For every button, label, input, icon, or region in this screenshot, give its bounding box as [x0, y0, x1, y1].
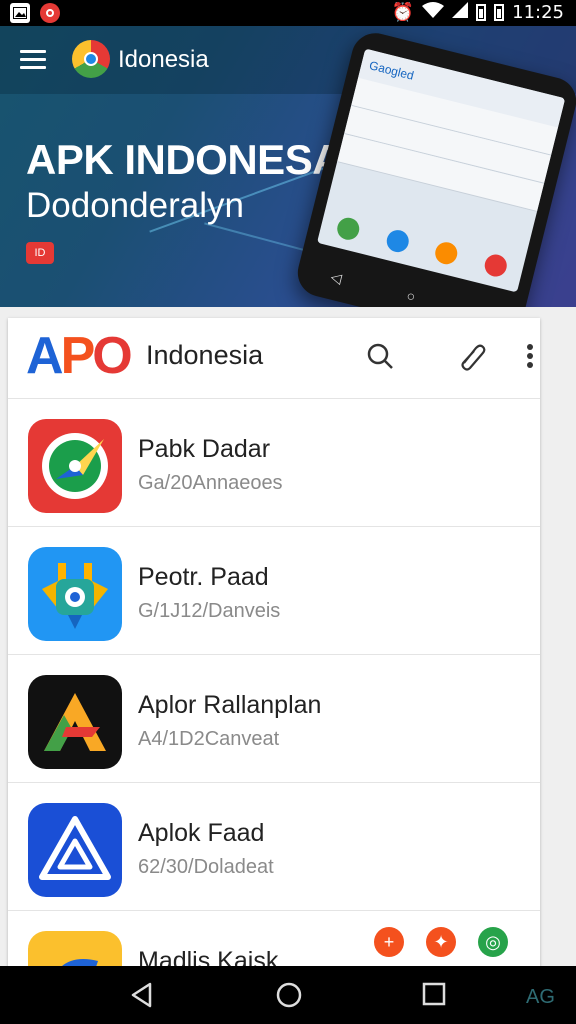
app-notification-icon: [40, 3, 60, 23]
language-badge[interactable]: ID: [26, 242, 54, 264]
phone-app-icon: [482, 252, 509, 279]
system-nav-bar: AG: [0, 966, 576, 1024]
back-icon[interactable]: [130, 982, 154, 1013]
target-icon[interactable]: ◎: [478, 927, 508, 957]
app-name: Pabk Dadar: [138, 435, 271, 463]
recents-icon[interactable]: [422, 982, 446, 1011]
phone-app-icon: [433, 239, 460, 267]
banner-subheadline: Dodonderalyn: [26, 186, 244, 225]
signal-icon: [452, 2, 469, 23]
alarm-icon: ⏰: [391, 2, 415, 23]
app-name: Aplok Faad: [138, 819, 265, 847]
app-list-item[interactable]: Madlis Kaisk + ✦ ◎: [8, 911, 540, 991]
app-meta: G/1J12/Danveis: [138, 600, 281, 622]
phone-app-icon: [335, 215, 362, 243]
app-name: Peotr. Paad: [138, 563, 269, 591]
warning-triangle-app-icon: [28, 803, 122, 897]
battery-secondary-icon: [494, 4, 505, 21]
compass-app-icon: [28, 419, 122, 513]
brand-logo-icon: [72, 40, 110, 78]
app-list-item[interactable]: Aplok Faad 62/30/Doladeat: [8, 783, 540, 911]
share-icon[interactable]: ✦: [426, 927, 456, 957]
page-title: Indonesia: [146, 340, 264, 370]
app-list-item[interactable]: Pabk Dadar Ga/20Annaeoes: [8, 399, 540, 527]
app-meta: 62/30/Doladeat: [138, 856, 274, 878]
app-meta: A4/1D2Canveat: [138, 728, 280, 750]
status-time: 11:25: [512, 2, 564, 23]
triangle-app-icon: [28, 675, 122, 769]
app-list-item[interactable]: Peotr. Paad G/1J12/Danveis: [8, 527, 540, 655]
wifi-icon: [422, 2, 445, 23]
app-list-card: APO Indonesia Pabk Dadar Ga/20Annaeoes P…: [8, 318, 540, 991]
app-meta: Ga/20Annaeoes: [138, 472, 283, 494]
attach-icon[interactable]: [456, 340, 488, 372]
apo-logo: APO: [26, 327, 133, 385]
gallery-notification-icon: [10, 3, 30, 23]
home-icon[interactable]: [276, 982, 302, 1013]
plug-app-icon: [28, 547, 122, 641]
phone-home-icon: ○: [404, 287, 418, 305]
status-bar: ⏰ 11:25: [0, 0, 576, 26]
search-icon[interactable]: [364, 340, 396, 372]
phone-back-icon: ◁: [329, 268, 344, 287]
phone-app-icon: [384, 227, 411, 255]
app-name: Aplor Rallanplan: [138, 691, 322, 719]
brand-name: Idonesia: [118, 46, 209, 73]
add-icon[interactable]: +: [374, 927, 404, 957]
battery-icon: [476, 4, 487, 21]
watermark: AG: [526, 986, 555, 1008]
app-list-item[interactable]: Aplor Rallanplan A4/1D2Canveat: [8, 655, 540, 783]
banner-headline: APK INDONESA: [26, 136, 343, 183]
phone-recents-icon: □: [478, 306, 491, 307]
promo-banner[interactable]: Idonesia APK INDONESA Dodonderalyn ID Ga…: [0, 26, 576, 307]
more-vert-icon[interactable]: [514, 340, 546, 372]
app-toolbar: APO Indonesia: [8, 318, 540, 399]
menu-icon[interactable]: [20, 50, 46, 70]
